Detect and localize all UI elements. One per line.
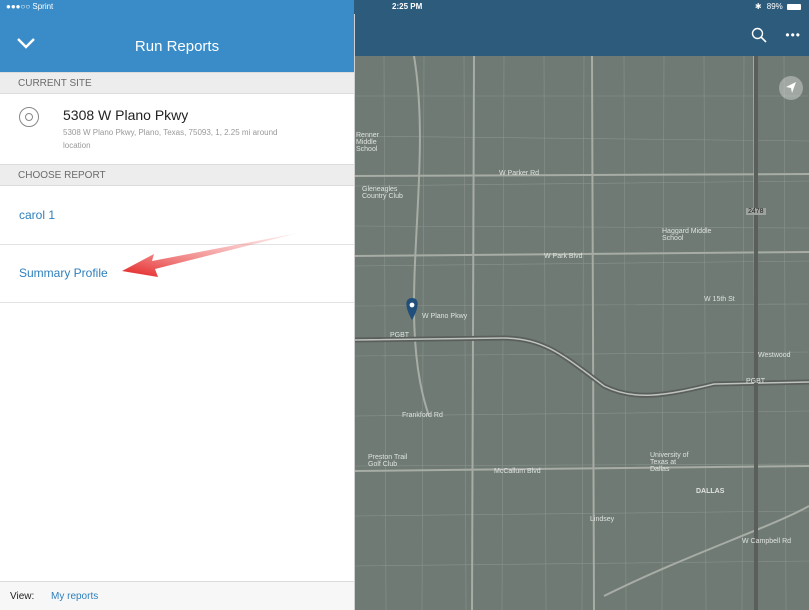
target-location-icon	[19, 107, 39, 127]
battery-icon	[787, 3, 801, 10]
clock-text: 2:25 PM	[392, 2, 423, 11]
map-toolbar: •••	[354, 14, 809, 56]
map-label-renner: Renner Middle School	[356, 132, 379, 153]
panel-footer: View: My reports	[0, 581, 354, 610]
map-label-park-blvd: W Park Blvd	[544, 253, 583, 260]
search-icon[interactable]	[751, 27, 767, 43]
map-label-frankford: Frankford Rd	[402, 412, 443, 419]
map-pin[interactable]	[406, 298, 418, 320]
map-label-plano-pkwy: W Plano Pkwy	[422, 313, 468, 320]
battery-indicator: ✱ 89%	[755, 2, 801, 11]
current-site-header: CURRENT SITE	[0, 72, 354, 94]
carrier-text: ●●●○○ Sprint	[6, 2, 54, 11]
map-label-university: University of Texas at Dallas	[650, 452, 689, 473]
map-roads	[354, 56, 809, 610]
map-label-westwood: Westwood	[758, 352, 791, 359]
current-site-row: 5308 W Plano Pkwy 5308 W Plano Pkwy, Pla…	[0, 95, 354, 163]
status-bar: ●●●○○ Sprint 2:25 PM ✱ 89%	[0, 0, 809, 14]
status-bar-right	[354, 0, 809, 14]
map-label-parker: W Parker Rd	[499, 170, 540, 177]
choose-report-header: CHOOSE REPORT	[0, 164, 354, 186]
map-label-campbell: W Campbell Rd	[742, 538, 792, 545]
locate-me-button[interactable]	[779, 76, 803, 100]
map-label-pgbt: PGBT	[390, 332, 410, 339]
map-label-dallas: DALLAS	[696, 488, 725, 495]
map-label-lindsey: Lindsey	[590, 516, 615, 523]
map-label-mccallum: McCallum Blvd	[494, 468, 541, 475]
more-options-icon[interactable]: •••	[785, 28, 801, 42]
map-label-haggard: Haggard Middle School	[662, 228, 712, 242]
red-arrow-annotation	[122, 233, 298, 277]
bluetooth-icon: ✱	[754, 2, 762, 11]
navigation-arrow-icon	[786, 82, 796, 93]
status-bar-left: ●●●○○ Sprint	[0, 0, 354, 14]
run-reports-panel: Run Reports CURRENT SITE 5308 W Plano Pk…	[0, 0, 355, 610]
panel-title: Run Reports	[134, 38, 220, 55]
site-detail: 5308 W Plano Pkwy, Plano, Texas, 75093, …	[63, 128, 278, 150]
my-reports-link[interactable]: My reports	[51, 591, 98, 602]
panel-header: Run Reports	[0, 14, 354, 72]
map-label-15th: W 15th St	[704, 296, 735, 303]
map-label-pgbt-east: PGBT	[746, 378, 766, 385]
report-label: carol 1	[19, 208, 56, 222]
map-label-2478: 2478	[746, 208, 766, 215]
map-label-preston-trail: Preston Trail Golf Club	[368, 454, 408, 468]
site-name: 5308 W Plano Pkwy	[63, 107, 189, 123]
map-label-gleneagles: Gleneagles Country Club	[362, 186, 403, 200]
battery-percent: 89%	[766, 2, 783, 11]
report-label: Summary Profile	[19, 266, 108, 280]
view-label: View:	[10, 591, 35, 602]
map-view[interactable]: W Parker Rd W Park Blvd PGBT PGBT Frankf…	[354, 56, 809, 610]
